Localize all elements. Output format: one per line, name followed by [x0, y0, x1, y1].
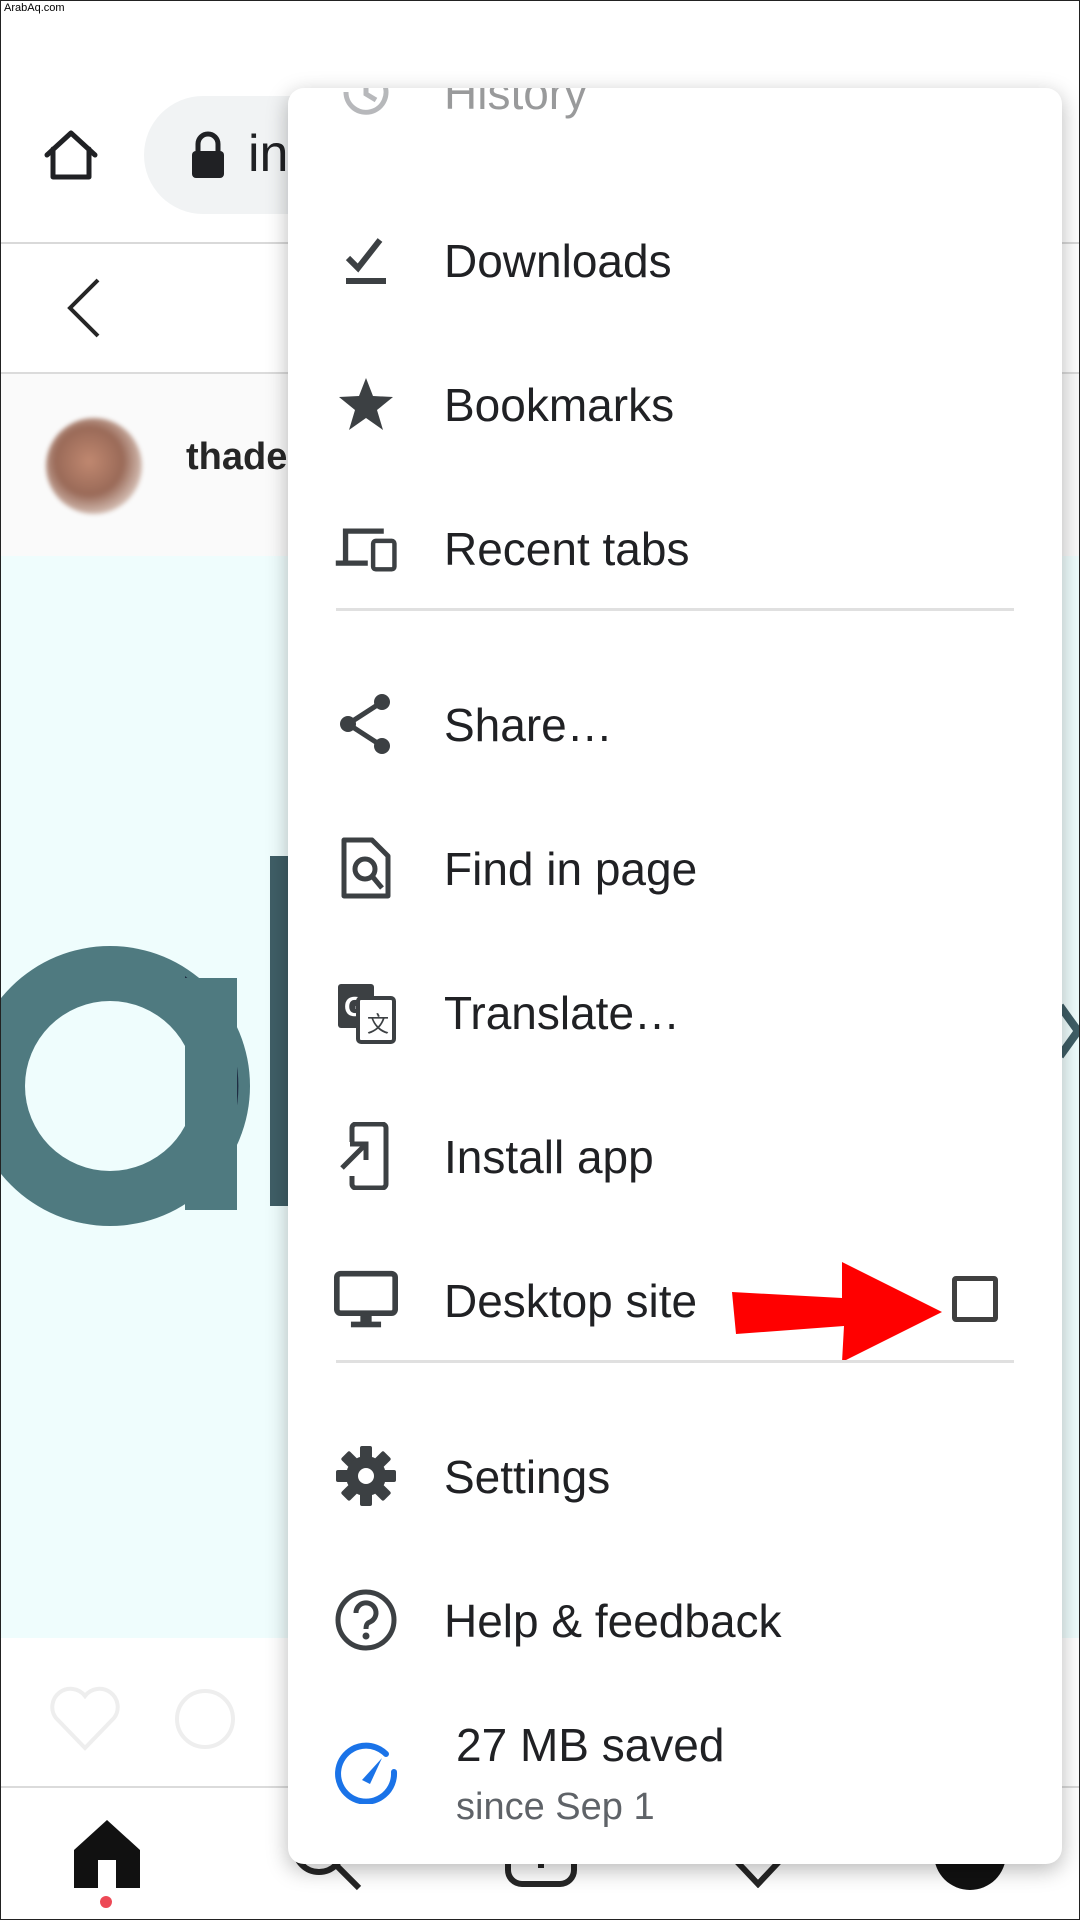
post-username[interactable]: thade	[186, 436, 287, 479]
menu-item-install-app[interactable]: Install app	[288, 1084, 1062, 1228]
star-icon	[334, 374, 398, 434]
menu-item-settings[interactable]: Settings	[288, 1404, 1062, 1548]
menu-divider	[336, 1360, 1014, 1363]
menu-item-downloads[interactable]: Downloads	[288, 188, 1062, 332]
red-arrow-annotation	[732, 1262, 942, 1362]
desktop-icon	[334, 1270, 398, 1330]
help-icon	[334, 1589, 398, 1651]
menu-item-label: Help & feedback	[444, 1595, 782, 1647]
back-arrow-icon[interactable]	[64, 276, 104, 340]
menu-divider	[336, 608, 1014, 611]
data-saver-summary[interactable]: 27 MB saved since Sep 1	[288, 1682, 1062, 1864]
menu-item-label: Find in page	[444, 843, 698, 895]
menu-item-bookmarks[interactable]: Bookmarks	[288, 332, 1062, 476]
home-filled-icon[interactable]	[70, 1816, 144, 1890]
translate-icon: G 文	[334, 982, 398, 1044]
desktop-site-checkbox[interactable]	[952, 1276, 998, 1322]
menu-item-label: History	[444, 88, 588, 119]
speedometer-icon	[334, 1740, 398, 1805]
menu-item-translate[interactable]: G 文 Translate…	[288, 940, 1062, 1084]
overflow-menu: History Downloads Bookmarks Recent tabs	[288, 88, 1062, 1864]
menu-item-label: Bookmarks	[444, 379, 675, 431]
find-in-page-icon	[334, 837, 398, 899]
avatar[interactable]	[46, 418, 142, 514]
lock-icon	[192, 131, 224, 178]
share-icon	[334, 694, 398, 754]
menu-item-label: Translate…	[444, 987, 681, 1039]
menu-item-share[interactable]: Share…	[288, 652, 1062, 796]
comment-bubble-icon[interactable]	[170, 1686, 240, 1756]
watermark-text: ArabAq.com	[4, 2, 65, 14]
history-icon	[334, 88, 398, 122]
gear-icon	[334, 1446, 398, 1506]
home-icon	[44, 130, 98, 180]
download-check-icon	[334, 230, 398, 290]
menu-item-label: Recent tabs	[444, 523, 690, 575]
menu-item-history[interactable]: History	[288, 88, 1062, 164]
menu-item-help-feedback[interactable]: Help & feedback	[288, 1548, 1062, 1692]
devices-icon	[334, 518, 398, 578]
menu-item-label: Downloads	[444, 235, 672, 287]
home-button[interactable]	[36, 120, 106, 190]
menu-item-desktop-site[interactable]: Desktop site	[288, 1228, 1062, 1372]
menu-item-find-in-page[interactable]: Find in page	[288, 796, 1062, 940]
svg-text:文: 文	[367, 1013, 389, 1038]
url-text: in	[248, 125, 289, 183]
menu-item-label: Install app	[444, 1131, 654, 1183]
menu-item-recent-tabs[interactable]: Recent tabs	[288, 476, 1062, 620]
notification-dot	[100, 1896, 112, 1908]
install-app-icon	[334, 1122, 398, 1190]
menu-item-label: Share…	[444, 699, 613, 751]
data-saved-since: since Sep 1	[456, 1786, 655, 1828]
data-saved-amount: 27 MB saved	[456, 1719, 725, 1771]
menu-item-label: Desktop site	[444, 1275, 698, 1327]
like-heart-icon[interactable]	[48, 1686, 122, 1752]
menu-item-label: Settings	[444, 1451, 611, 1503]
